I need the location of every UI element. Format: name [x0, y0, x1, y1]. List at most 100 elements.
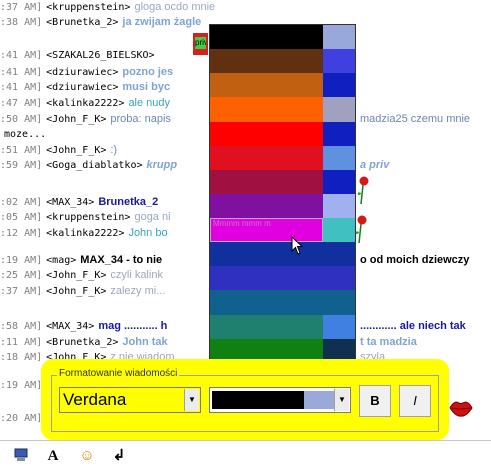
color-swatch-option[interactable] [210, 290, 355, 315]
chat-nick[interactable]: <Goga_diablatko> [46, 160, 142, 171]
color-swatch-option[interactable] [210, 266, 355, 291]
chat-nick[interactable]: <dziurawiec> [46, 67, 118, 78]
chat-message: proba: napis [110, 113, 171, 125]
font-select[interactable]: Verdana ▼ [59, 387, 201, 413]
rose-icon [355, 215, 367, 244]
rose-icon [357, 176, 369, 205]
chat-line: moze... [0, 127, 50, 141]
color-swatch-option[interactable] [210, 145, 355, 170]
color-swatch-side[interactable] [323, 193, 355, 219]
chat-line: :25 AM] <John_F_K> czyli kalink [0, 268, 163, 282]
chat-message: czyli kalink [110, 269, 163, 281]
color-select[interactable]: ▼ [209, 387, 351, 413]
color-swatch-side[interactable] [323, 314, 355, 339]
color-swatch-side[interactable] [323, 218, 355, 243]
enter-icon[interactable]: ↲ [110, 447, 128, 465]
chat-timestamp: :41 AM] [0, 50, 43, 61]
color-swatch-main[interactable] [210, 49, 323, 74]
chevron-down-icon[interactable]: ▼ [184, 389, 199, 411]
color-swatch-side[interactable] [323, 169, 355, 194]
color-swatch-main[interactable] [210, 97, 323, 122]
chat-nick[interactable]: <John_F_K> [46, 114, 106, 125]
color-swatch-option[interactable] [210, 73, 355, 98]
color-swatch-side[interactable] [323, 266, 355, 291]
chat-timestamp: :20 AM] [0, 413, 43, 424]
color-swatch-option[interactable] [210, 193, 355, 219]
italic-button[interactable]: I [399, 385, 431, 417]
chat-message: Brunetka_2 [98, 196, 159, 208]
color-swatch-main[interactable] [210, 73, 323, 98]
color-swatch-side[interactable] [323, 97, 355, 122]
chat-timestamp: :12 AM] [0, 228, 43, 239]
mouse-cursor-icon [291, 236, 304, 255]
color-swatch-option[interactable] [210, 25, 355, 50]
chat-nick[interactable]: <kalinka2222> [46, 98, 124, 109]
color-swatch-option[interactable] [210, 314, 355, 339]
formatting-panel: Formatowanie wiadomości Verdana ▼ ▼ B I [41, 359, 449, 440]
chat-timestamp: :41 AM] [0, 67, 43, 78]
chat-nick[interactable]: <Brunetka_2> [46, 337, 118, 348]
private-tag: priv [193, 33, 208, 55]
color-swatch-option[interactable] [210, 49, 355, 74]
color-swatch-main[interactable] [210, 169, 323, 194]
chat-timestamp: :38 AM] [0, 17, 43, 28]
chat-line: :19 AM] <mag> MAX_34 - to nie [0, 253, 162, 267]
font-icon[interactable]: A [44, 447, 62, 465]
chat-timestamp: :51 AM] [0, 145, 43, 156]
color-swatch-main[interactable] [210, 145, 323, 170]
chat-timestamp: :41 AM] [0, 82, 43, 93]
chat-nick[interactable]: <SZAKAL26_BIELSKO> [46, 50, 154, 61]
color-swatch-side[interactable] [323, 290, 355, 315]
lips-icon[interactable] [448, 395, 474, 421]
color-swatch-side[interactable] [323, 49, 355, 74]
color-swatch-option[interactable] [210, 97, 355, 122]
color-swatch-option[interactable] [210, 242, 355, 267]
chevron-down-icon[interactable]: ▼ [334, 389, 349, 411]
chat-message: :) [110, 144, 118, 156]
chat-line: :38 AM] <Brunetka_2> ja zwijam żagle [0, 15, 201, 29]
color-swatch-main[interactable] [210, 121, 323, 146]
chat-nick[interactable]: <kalinka2222> [46, 228, 124, 239]
chat-timestamp: :19 AM] [0, 255, 43, 266]
color-swatch-side[interactable] [323, 121, 355, 146]
color-swatch-main[interactable] [210, 266, 323, 291]
bold-button[interactable]: B [359, 385, 391, 417]
chat-line: :05 AM] <kruppenstein> goga ni [0, 210, 171, 224]
smiley-icon[interactable]: ☺ [78, 447, 96, 465]
chat-nick[interactable]: <kruppenstein> [46, 2, 130, 13]
color-swatch-main[interactable] [210, 25, 323, 50]
chat-nick[interactable]: <John_F_K> [46, 145, 106, 156]
chat-nick[interactable]: <MAX_34> [46, 197, 94, 208]
chat-nick[interactable]: moze... [4, 129, 46, 140]
color-swatch-side[interactable] [323, 242, 355, 267]
color-swatch-side[interactable] [323, 73, 355, 98]
formatting-title: Formatowanie wiadomości [57, 368, 180, 379]
color-swatch-option[interactable] [210, 121, 355, 146]
chat-nick[interactable]: <MAX_34> [46, 321, 94, 332]
chat-nick[interactable]: <kruppenstein> [46, 212, 130, 223]
chat-message: ale nudy [128, 97, 171, 109]
user-list-icon[interactable] [12, 447, 30, 465]
color-swatch-main[interactable] [210, 193, 323, 219]
chat-nick[interactable]: <dziurawiec> [46, 82, 118, 93]
chat-timestamp: :02 AM] [0, 197, 43, 208]
color-swatch-main[interactable] [210, 242, 323, 267]
color-select-side-swatch [304, 391, 334, 409]
color-swatch-option[interactable] [210, 169, 355, 194]
chat-nick[interactable]: <mag> [46, 255, 76, 266]
color-swatch-main[interactable] [210, 314, 323, 339]
color-swatch-side[interactable] [323, 25, 355, 50]
chat-nick[interactable]: <John_F_K> [46, 286, 106, 297]
chat-timestamp: :50 AM] [0, 114, 43, 125]
color-swatch-option[interactable]: Mmmm mmm m [210, 218, 355, 243]
color-swatch-main[interactable]: Mmmm mmm m [210, 218, 323, 243]
chat-nick[interactable]: <John_F_K> [46, 270, 106, 281]
color-palette-dropdown[interactable]: Mmmm mmm m [209, 24, 356, 388]
chat-message: pozno jes [122, 66, 174, 78]
color-swatch-side[interactable] [323, 145, 355, 170]
chat-message-tail: o od moich dziewczy [360, 254, 470, 266]
color-swatch-main[interactable] [210, 290, 323, 315]
chat-nick[interactable]: <Brunetka_2> [46, 17, 118, 28]
chat-line: :58 AM] <MAX_34> mag ........... h [0, 319, 167, 333]
chat-line: :37 AM] <kruppenstein> gloga ocdo mnie [0, 0, 215, 14]
